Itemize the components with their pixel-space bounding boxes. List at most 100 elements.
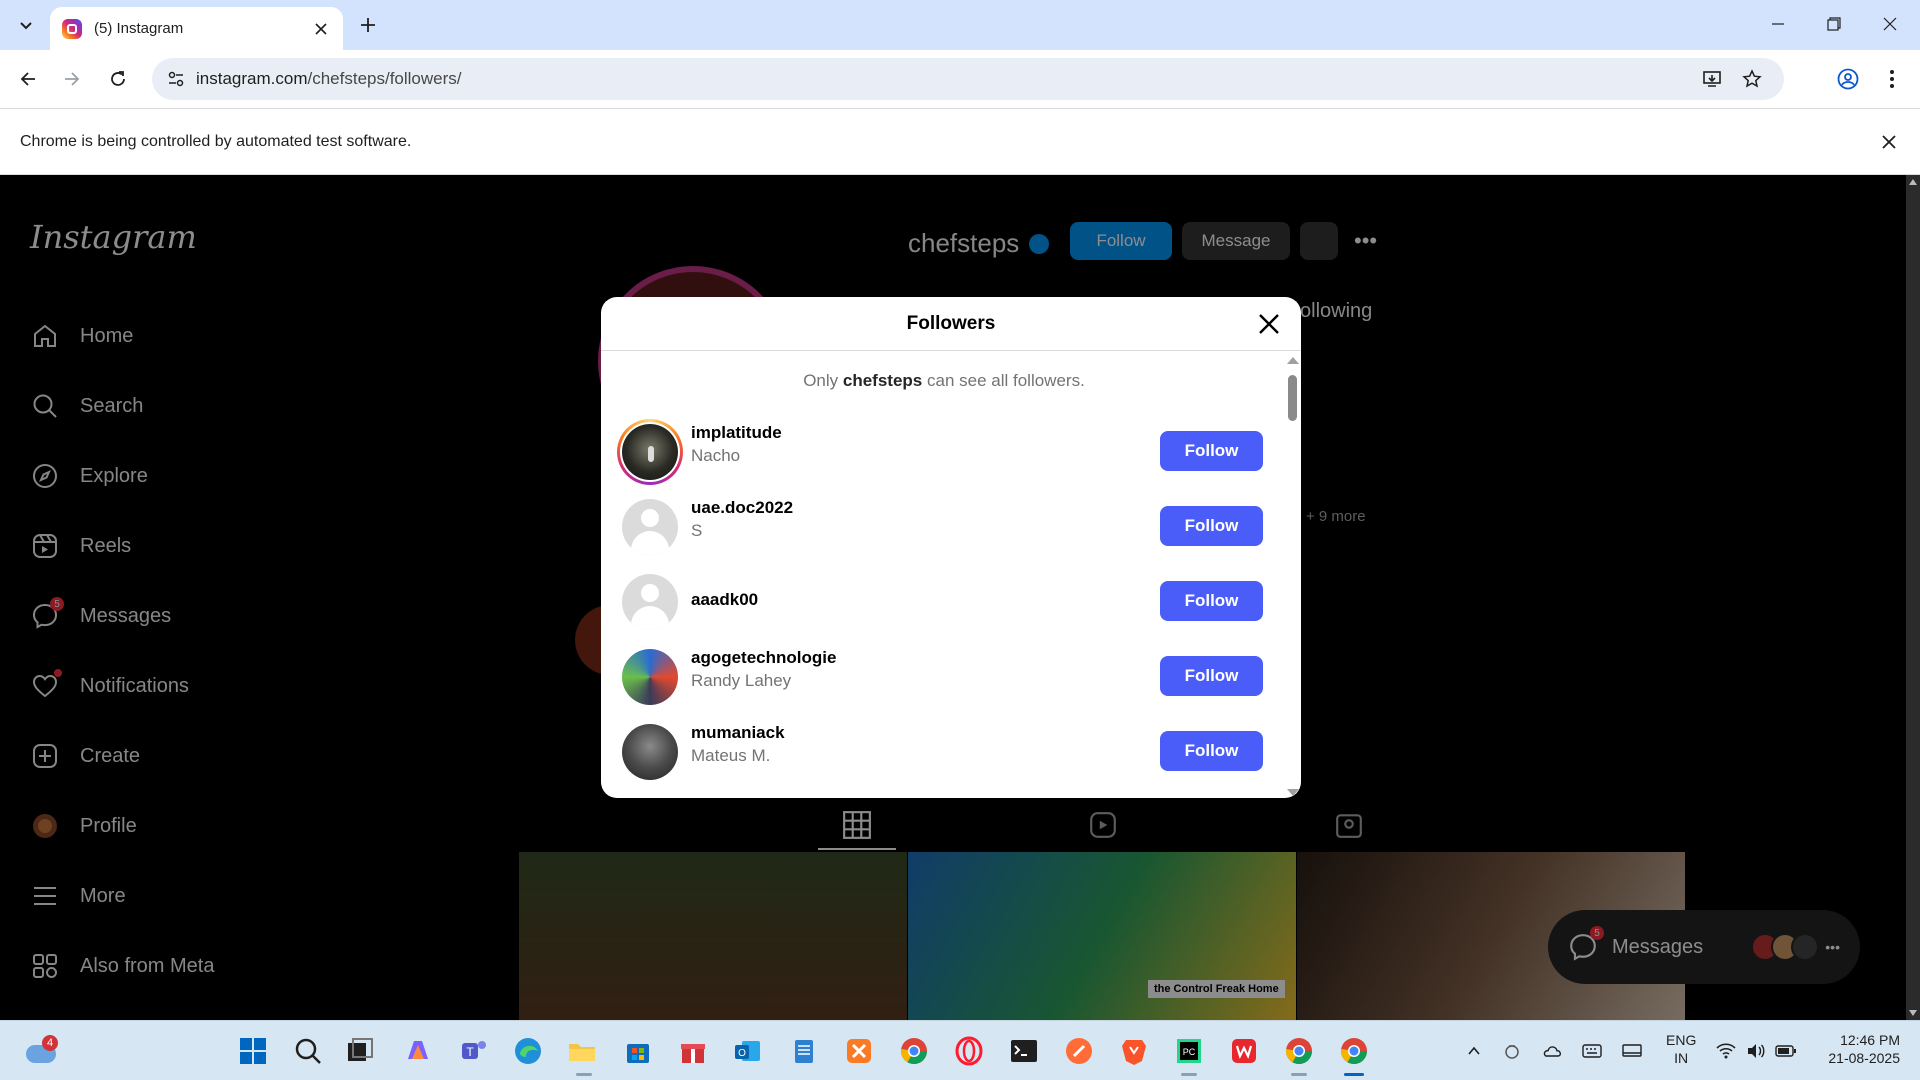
messages-pill[interactable]: 5 Messages •••: [1548, 910, 1860, 984]
keyboard-icon[interactable]: [1580, 1039, 1604, 1063]
microsoft-store-icon[interactable]: [622, 1035, 654, 1067]
close-icon: [1882, 135, 1896, 149]
options-icon[interactable]: •••: [1354, 228, 1377, 254]
edge-icon[interactable]: [512, 1035, 544, 1067]
outlook-icon[interactable]: O: [732, 1035, 764, 1067]
scroll-up-icon[interactable]: [1287, 357, 1299, 364]
notepad-icon[interactable]: [788, 1035, 820, 1067]
browser-tab-instagram[interactable]: (5) Instagram: [50, 7, 343, 50]
chrome-icon[interactable]: [1283, 1035, 1315, 1067]
sidebar-item-label: Reels: [80, 534, 132, 557]
sidebar-item-notifications[interactable]: Notifications: [28, 666, 189, 706]
avatar[interactable]: [617, 719, 683, 785]
restore-button[interactable]: [1806, 0, 1862, 48]
post-thumbnail[interactable]: [519, 852, 907, 1020]
teams-icon[interactable]: T: [458, 1035, 490, 1067]
sidebar-item-explore[interactable]: Explore: [28, 456, 148, 496]
follow-button[interactable]: Follow: [1160, 581, 1263, 621]
address-bar[interactable]: instagram.com/chefsteps/followers/: [152, 58, 1784, 100]
minimize-button[interactable]: [1750, 0, 1806, 48]
task-view-icon[interactable]: [344, 1035, 376, 1067]
sidebar-item-create[interactable]: Create: [28, 736, 140, 776]
profile-button[interactable]: [1830, 61, 1866, 97]
battery-icon[interactable]: [1774, 1039, 1798, 1063]
follower-username[interactable]: uae.doc2022: [691, 498, 793, 518]
chrome-active-icon[interactable]: [1338, 1035, 1370, 1067]
avatar[interactable]: [617, 569, 683, 635]
windows-start-icon[interactable]: [237, 1035, 269, 1067]
file-explorer-icon[interactable]: [566, 1035, 598, 1067]
tray-app-icon[interactable]: [1500, 1039, 1524, 1063]
onedrive-icon[interactable]: [1540, 1039, 1564, 1063]
sidebar-item-also-from-meta[interactable]: Also from Meta: [28, 946, 214, 986]
post-thumbnail[interactable]: the Control Freak Home: [908, 852, 1296, 1020]
infobar-close-button[interactable]: [1876, 129, 1902, 155]
follow-button[interactable]: Follow: [1160, 506, 1263, 546]
follower-username[interactable]: aaadk00: [691, 590, 758, 610]
postman-icon[interactable]: [1063, 1035, 1095, 1067]
wifi-icon[interactable]: [1714, 1039, 1738, 1063]
terminal-icon[interactable]: [1008, 1035, 1040, 1067]
follow-button[interactable]: Follow: [1160, 656, 1263, 696]
following-count-text[interactable]: ollowing: [1300, 300, 1372, 323]
avatar[interactable]: [617, 644, 683, 710]
sidebar-item-more[interactable]: More: [28, 876, 126, 916]
chrome-icon[interactable]: [898, 1035, 930, 1067]
install-app-icon[interactable]: [1694, 61, 1730, 97]
close-window-button[interactable]: [1862, 0, 1918, 48]
sidebar-item-messages[interactable]: 5 Messages: [28, 596, 171, 636]
sidebar-item-search[interactable]: Search: [28, 386, 143, 426]
show-hidden-icons-chevron-icon[interactable]: [1462, 1039, 1486, 1063]
scrollbar-thumb[interactable]: [1288, 375, 1297, 421]
dialog-close-button[interactable]: [1255, 310, 1283, 338]
opera-icon[interactable]: [953, 1035, 985, 1067]
volume-icon[interactable]: [1744, 1039, 1768, 1063]
brave-icon[interactable]: [1118, 1035, 1150, 1067]
tab-close-icon[interactable]: [311, 19, 331, 39]
weather-widget[interactable]: 4: [24, 1035, 58, 1065]
avatar[interactable]: [617, 419, 683, 485]
site-info-icon[interactable]: [156, 58, 196, 100]
system-clock[interactable]: 12:46 PM 21-08-2025: [1810, 1031, 1900, 1067]
page-scrollbar[interactable]: [1906, 175, 1920, 1020]
scroll-up-icon[interactable]: [1908, 177, 1918, 187]
avatar[interactable]: [617, 494, 683, 560]
display-icon[interactable]: [1620, 1039, 1644, 1063]
sidebar-item-profile[interactable]: Profile: [28, 806, 137, 846]
suggest-user-icon[interactable]: [1300, 222, 1338, 260]
pycharm-icon[interactable]: PC: [1173, 1035, 1205, 1067]
profile-message-button[interactable]: Message: [1182, 222, 1290, 260]
follower-username[interactable]: mumaniack: [691, 723, 785, 743]
wps-office-icon[interactable]: [1228, 1035, 1260, 1067]
bookmark-star-icon[interactable]: [1734, 61, 1770, 97]
new-tab-button[interactable]: [352, 9, 384, 41]
back-button[interactable]: [10, 61, 46, 97]
followed-by-more-text[interactable]: + 9 more: [1306, 508, 1366, 525]
sidebar-item-home[interactable]: Home: [28, 316, 133, 356]
tagged-icon[interactable]: [1334, 810, 1364, 840]
reels-icon: [28, 529, 62, 563]
arrow-left-icon: [20, 72, 35, 86]
instagram-logo[interactable]: Instagram: [30, 218, 197, 256]
search-icon[interactable]: [292, 1035, 324, 1067]
scroll-down-icon[interactable]: [1287, 789, 1299, 796]
forward-button[interactable]: [54, 61, 90, 97]
gift-icon[interactable]: [677, 1035, 709, 1067]
copilot-icon[interactable]: [402, 1035, 434, 1067]
chrome-menu-button[interactable]: [1874, 61, 1910, 97]
input-language-indicator[interactable]: ENG IN: [1666, 1031, 1696, 1067]
scroll-down-icon[interactable]: [1908, 1008, 1918, 1018]
follower-username[interactable]: agogetechnologie: [691, 648, 836, 668]
reels-tab-icon[interactable]: [1088, 810, 1118, 840]
xampp-icon[interactable]: [843, 1035, 875, 1067]
dialog-scrollbar[interactable]: [1285, 353, 1299, 798]
reload-button[interactable]: [100, 61, 136, 97]
tab-search-button[interactable]: [10, 9, 42, 41]
follow-button[interactable]: Follow: [1160, 731, 1263, 771]
profile-follow-button[interactable]: Follow: [1070, 222, 1172, 260]
sidebar-item-reels[interactable]: Reels: [28, 526, 131, 566]
follower-username[interactable]: implatitude: [691, 423, 782, 443]
follow-button[interactable]: Follow: [1160, 431, 1263, 471]
followers-list[interactable]: Only chefsteps can see all followers. im…: [601, 351, 1301, 798]
grid-icon[interactable]: [842, 810, 872, 840]
